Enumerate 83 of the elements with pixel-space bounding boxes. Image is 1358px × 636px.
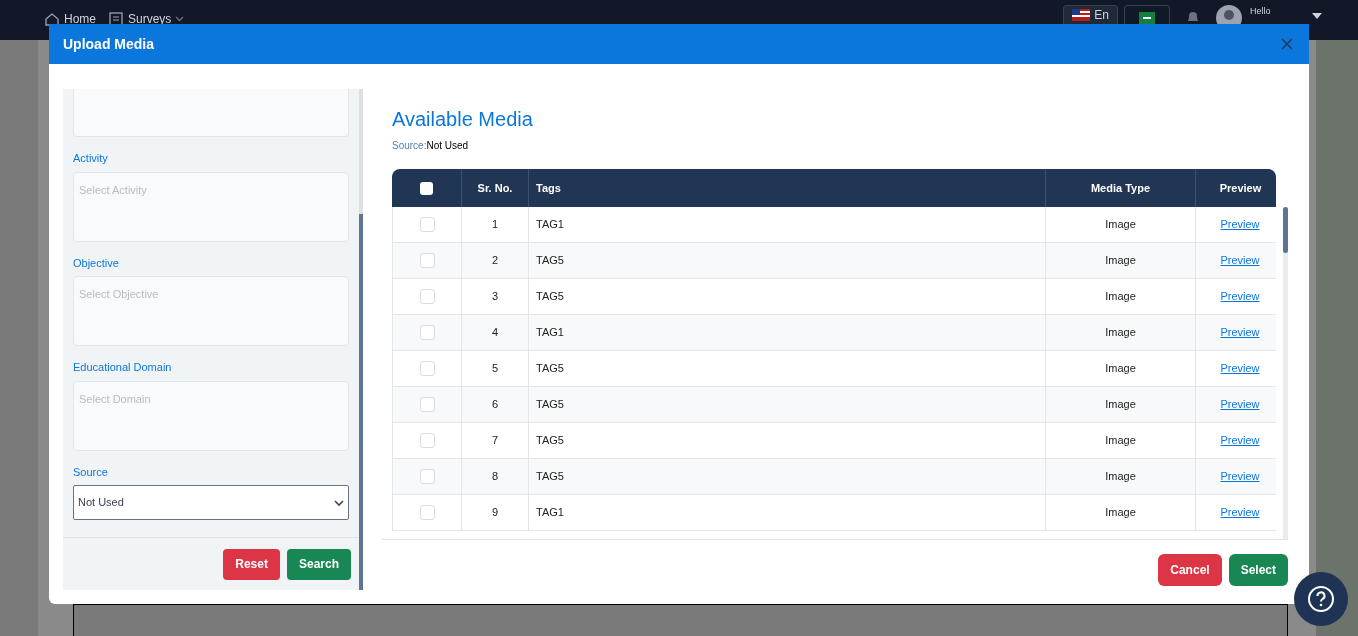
- chevron-down-icon: [175, 16, 185, 22]
- column-header: Media Type: [1090, 180, 1151, 196]
- table-cell-text: Image: [1105, 505, 1136, 521]
- select-field[interactable]: Select Activity: [73, 171, 349, 242]
- column-header: Sr. No.: [477, 180, 513, 196]
- preview-link[interactable]: Preview: [1220, 360, 1260, 377]
- row-checkbox[interactable]: [419, 217, 435, 232]
- cancel-button[interactable]: Cancel: [1158, 554, 1222, 586]
- reset-button[interactable]: Reset: [223, 548, 280, 580]
- flag-icon: [1072, 9, 1091, 21]
- row-checkbox[interactable]: [419, 361, 435, 376]
- column-header: Preview: [1219, 180, 1262, 196]
- preview-link[interactable]: Preview: [1220, 252, 1260, 269]
- bell-icon: [1186, 10, 1200, 24]
- close-icon: [1281, 38, 1293, 50]
- preview-link[interactable]: Preview: [1220, 216, 1260, 233]
- table-cell-text: 5: [491, 361, 499, 377]
- table-cell-text: 7: [491, 433, 499, 449]
- table-cell-text: 2: [491, 253, 499, 269]
- row-checkbox[interactable]: [419, 325, 435, 340]
- table-cell-text: TAG1: [536, 325, 564, 341]
- table-cell-text: 6: [491, 397, 499, 413]
- row-checkbox[interactable]: [419, 505, 435, 520]
- caret-down-icon: [1312, 13, 1322, 19]
- select-field[interactable]: Select Objective: [73, 276, 349, 346]
- avatar-icon: [1216, 5, 1242, 24]
- table-cell-text: TAG5: [536, 469, 564, 485]
- table-cell-text: 1: [491, 217, 499, 233]
- table-cell-text: 8: [491, 469, 499, 485]
- scrollbar-thumb[interactable]: [359, 214, 363, 590]
- search-button[interactable]: Search: [286, 548, 351, 580]
- table-cell-text: TAG5: [536, 361, 564, 377]
- chevron-down-icon: [334, 499, 344, 506]
- source-value: Not Used: [426, 139, 469, 153]
- nav-link[interactable]: Surveys: [108, 10, 185, 28]
- section-heading: Available Media: [392, 107, 534, 132]
- row-checkbox[interactable]: [419, 289, 435, 304]
- source-label: Source:: [392, 139, 427, 153]
- table-cell-text: TAG5: [536, 397, 564, 413]
- table-cell-text: Image: [1105, 217, 1136, 233]
- scrollbar-thumb[interactable]: [1283, 207, 1289, 253]
- source-select-field[interactable]: [73, 89, 349, 137]
- row-checkbox[interactable]: [419, 433, 435, 448]
- row-checkbox[interactable]: [419, 397, 435, 412]
- table-cell-text: TAG1: [536, 505, 564, 521]
- table-cell-text: Image: [1105, 433, 1136, 449]
- table-cell-text: TAG1: [536, 217, 564, 233]
- help-icon: [1307, 585, 1335, 613]
- preview-link[interactable]: Preview: [1220, 396, 1260, 413]
- table-cell-text: TAG5: [536, 253, 564, 269]
- close-button[interactable]: [1281, 37, 1295, 51]
- flag-icon: [1139, 12, 1155, 24]
- field-label: Activity: [73, 151, 109, 166]
- table-cell-text: 3: [491, 289, 499, 305]
- select-field[interactable]: Select Domain: [73, 380, 349, 451]
- preview-link[interactable]: Preview: [1220, 432, 1260, 449]
- preview-link[interactable]: Preview: [1220, 504, 1260, 521]
- document-icon: [108, 11, 124, 27]
- table-cell-text: Image: [1105, 289, 1136, 305]
- table-cell-text: 9: [491, 505, 499, 521]
- field-label: Educational Domain: [73, 360, 173, 375]
- table-cell-text: Image: [1105, 325, 1136, 341]
- column-header: Tags: [536, 180, 561, 196]
- preview-link[interactable]: Preview: [1220, 288, 1260, 305]
- table-cell-text: Image: [1105, 397, 1136, 413]
- table-cell-text: TAG5: [536, 289, 564, 305]
- greeting-text: Hello: [1250, 6, 1271, 16]
- table-cell-text: Image: [1105, 361, 1136, 377]
- table-cell-text: TAG5: [536, 433, 564, 449]
- language-button[interactable]: En: [1063, 5, 1118, 24]
- field-label: Objective: [73, 255, 120, 271]
- preview-link[interactable]: Preview: [1220, 468, 1260, 485]
- field-label: Source: [73, 464, 109, 480]
- row-checkbox[interactable]: [419, 253, 435, 268]
- modal-title: Upload Media: [63, 34, 154, 54]
- table-cell-text: Image: [1105, 469, 1136, 485]
- row-checkbox[interactable]: [419, 469, 435, 484]
- table-cell-text: Image: [1105, 253, 1136, 269]
- table-cell-text: 4: [491, 325, 499, 341]
- select-all-checkbox[interactable]: [420, 181, 433, 195]
- preview-link[interactable]: Preview: [1220, 324, 1260, 341]
- select-button[interactable]: Select: [1228, 554, 1288, 586]
- source-dropdown[interactable]: Not Used: [73, 485, 349, 520]
